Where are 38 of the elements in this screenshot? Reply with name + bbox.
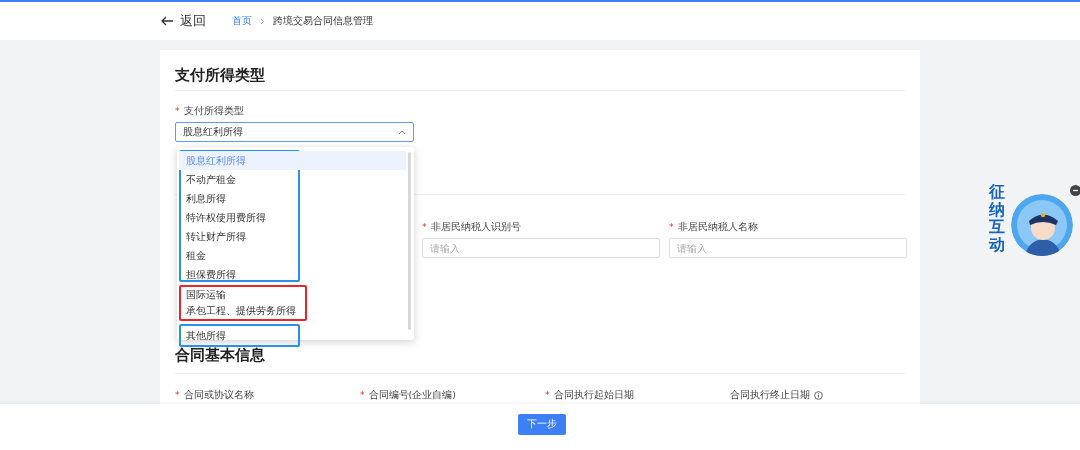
info-icon[interactable] (814, 390, 823, 400)
dropdown-option[interactable]: 国际运输 (181, 287, 305, 303)
field-label: 合同或协议名称 (183, 389, 254, 401)
input-field[interactable]: 请输入 (669, 238, 907, 258)
dropdown-option[interactable]: 承包工程、提供劳务所得 (181, 303, 305, 319)
required-mark: * (422, 221, 427, 233)
section-title: 合同基本信息 (175, 346, 266, 365)
required-mark: * (545, 389, 550, 401)
chevron-icon (260, 17, 265, 25)
field-label: 支付所得类型 (183, 105, 244, 117)
next-button[interactable]: 下一步 (518, 414, 566, 435)
input-field[interactable]: 请输入 (422, 238, 660, 258)
required-mark: * (175, 389, 180, 401)
dropdown-option[interactable]: 特许权使用费所得 (181, 208, 298, 227)
dropdown-option[interactable]: 租金 (181, 246, 298, 265)
caret-icon (398, 129, 406, 135)
back-link[interactable]: 返回 (160, 12, 206, 30)
minimize-icon[interactable] (1070, 185, 1080, 196)
dropdown-option[interactable]: 不动产租金 (181, 170, 298, 189)
dropdown-option[interactable]: 利息所得 (181, 189, 298, 208)
dropdown-option[interactable]: 担保费所得 (181, 265, 298, 284)
scrollbar[interactable] (408, 152, 411, 330)
required-mark: * (175, 105, 180, 117)
select-field[interactable]: 股息红利所得 (175, 122, 414, 142)
assistant-label[interactable]: 征纳互动 (989, 183, 1005, 254)
required-mark: * (669, 221, 674, 233)
field-label: 合同执行终止日期 (730, 389, 810, 401)
field-label: 合同编号(企业自编) (368, 389, 456, 401)
dropdown-option[interactable]: 其他所得 (181, 326, 298, 345)
breadcrumb-link[interactable]: 首页 (232, 14, 252, 28)
field-label: 非居民纳税人名称 (677, 221, 758, 233)
back-arrow-icon (160, 16, 174, 26)
breadcrumb-item: 跨境交易合同信息管理 (273, 14, 373, 28)
section-title: 支付所得类型 (175, 66, 266, 85)
field-label: 非居民纳税人识别号 (430, 221, 521, 233)
field-label: 合同执行起始日期 (553, 389, 634, 401)
dropdown-option[interactable]: 转让财产所得 (181, 227, 298, 246)
required-mark: * (360, 389, 365, 401)
